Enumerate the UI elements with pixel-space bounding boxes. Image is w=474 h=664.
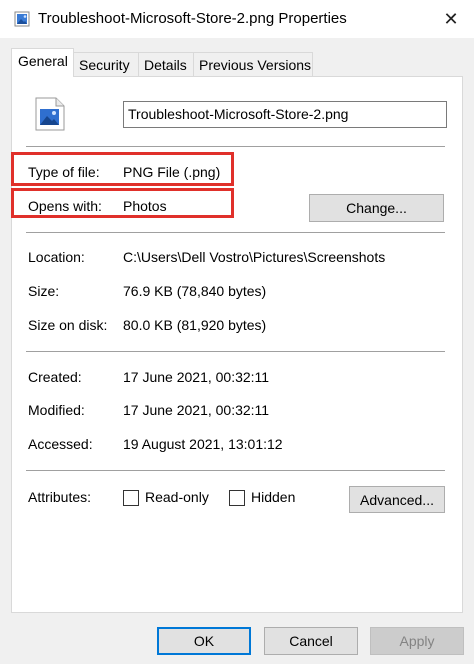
readonly-label[interactable]: Read-only xyxy=(145,489,209,505)
attributes-label: Attributes: xyxy=(28,489,92,505)
title-bar[interactable]: Troubleshoot-Microsoft-Store-2.png Prope… xyxy=(0,0,474,38)
size-on-disk-value: 80.0 KB (81,920 bytes) xyxy=(123,317,267,333)
separator xyxy=(26,470,445,471)
location-label: Location: xyxy=(28,249,85,265)
close-button[interactable]: ✕ xyxy=(428,0,474,38)
tab-strip: General Security Details Previous Versio… xyxy=(11,48,313,77)
hidden-label[interactable]: Hidden xyxy=(251,489,295,505)
created-value: 17 June 2021, 00:32:11 xyxy=(123,369,270,385)
cancel-button[interactable]: Cancel xyxy=(264,627,358,655)
separator xyxy=(26,232,445,233)
properties-dialog: Troubleshoot-Microsoft-Store-2.png Prope… xyxy=(0,0,474,664)
hidden-checkbox[interactable] xyxy=(229,490,245,506)
window-title: Troubleshoot-Microsoft-Store-2.png Prope… xyxy=(38,10,347,27)
location-value: C:\Users\Dell Vostro\Pictures\Screenshot… xyxy=(123,249,386,265)
change-button[interactable]: Change... xyxy=(309,194,444,222)
tab-general[interactable]: General xyxy=(11,48,74,77)
size-on-disk-label: Size on disk: xyxy=(28,317,108,333)
size-value: 76.9 KB (78,840 bytes) xyxy=(123,283,267,299)
advanced-button[interactable]: Advanced... xyxy=(349,486,445,513)
filename-field[interactable]: Troubleshoot-Microsoft-Store-2.png xyxy=(123,101,447,128)
apply-button[interactable]: Apply xyxy=(370,627,464,655)
modified-value: 17 June 2021, 00:32:11 xyxy=(123,402,270,418)
type-of-file-label: Type of file: xyxy=(28,164,100,180)
separator xyxy=(26,351,445,352)
accessed-value: 19 August 2021, 13:01:12 xyxy=(123,436,283,452)
image-file-icon xyxy=(14,11,30,27)
type-of-file-value: PNG File (.png) xyxy=(123,164,221,180)
size-label: Size: xyxy=(28,283,60,299)
modified-label: Modified: xyxy=(28,402,85,418)
tab-security[interactable]: Security xyxy=(73,52,139,77)
tab-previous-versions[interactable]: Previous Versions xyxy=(193,52,313,77)
readonly-checkbox[interactable] xyxy=(123,490,139,506)
created-label: Created: xyxy=(28,369,82,385)
image-file-icon xyxy=(35,97,65,131)
general-panel: Troubleshoot-Microsoft-Store-2.png Type … xyxy=(11,76,463,613)
opens-with-label: Opens with: xyxy=(28,198,102,214)
ok-button[interactable]: OK xyxy=(157,627,251,655)
close-icon: ✕ xyxy=(443,8,459,29)
separator xyxy=(26,146,445,147)
accessed-label: Accessed: xyxy=(28,436,93,452)
opens-with-value: Photos xyxy=(123,198,167,214)
tab-details[interactable]: Details xyxy=(138,52,194,77)
